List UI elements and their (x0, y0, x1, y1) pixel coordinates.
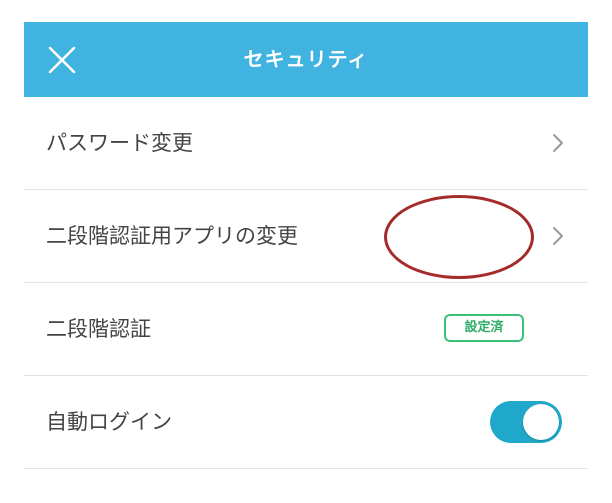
settings-row-2fa[interactable]: 二段階認証 設定済 (24, 283, 588, 376)
settings-row-change-password[interactable]: パスワード変更 (24, 97, 588, 190)
row-label: 自動ログイン (46, 410, 172, 434)
settings-row-change-2fa-app[interactable]: 二段階認証用アプリの変更 (24, 190, 588, 283)
status-badge: 設定済 (444, 314, 524, 342)
settings-row-auto-login: 自動ログイン (24, 376, 588, 469)
settings-list: パスワード変更 二段階認証用アプリの変更 二段階認証 設定済 自動ログイン (24, 97, 588, 469)
security-settings-screen: セキュリティ パスワード変更 二段階認証用アプリの変更 二段階認証 設定済 自動… (0, 0, 612, 503)
auto-login-toggle[interactable] (490, 401, 562, 443)
header-bar: セキュリティ (24, 22, 588, 97)
chevron-right-icon (548, 225, 568, 247)
page-title: セキュリティ (243, 47, 369, 71)
row-label: パスワード変更 (46, 131, 193, 155)
row-label: 二段階認証用アプリの変更 (46, 224, 298, 248)
row-label: 二段階認証 (46, 317, 151, 341)
chevron-right-icon (548, 132, 568, 154)
toggle-knob (523, 404, 559, 440)
